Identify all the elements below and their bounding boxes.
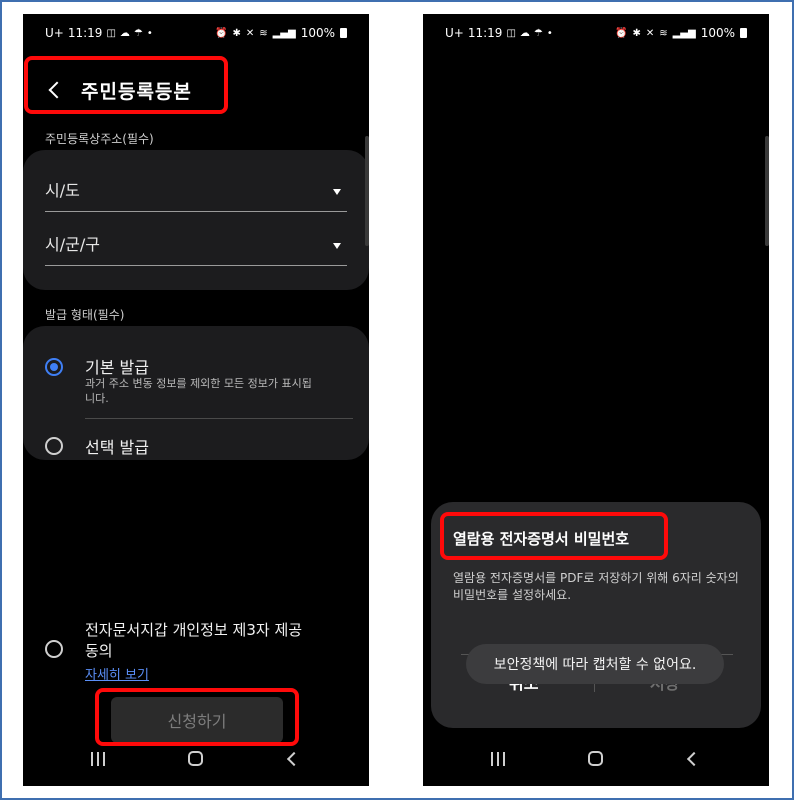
bluetooth-icon: ✱	[232, 27, 241, 39]
signal-icon: ▂▄▆	[672, 27, 696, 39]
signal-icon: ▂▄▆	[272, 27, 296, 39]
issue-type-section-label: 발급 형태(필수)	[45, 308, 125, 322]
radio-consent[interactable]	[45, 640, 63, 658]
alarm-icon: ⏰	[214, 27, 228, 39]
mute-icon: ✕	[645, 27, 655, 39]
bluetooth-icon: ✱	[632, 27, 641, 39]
password-dialog: 열람용 전자증명서 비밀번호 열람용 전자증명서를 PDF로 저장하기 위해 6…	[431, 502, 761, 728]
toast-message: 보안정책에 따라 캡처할 수 없어요.	[466, 644, 724, 684]
option-basic-desc: 과거 주소 변동 정보를 제외한 모든 정보가 표시됩니다.	[85, 377, 312, 405]
page-title: 주민등록등본	[81, 80, 192, 103]
status-bar: U+ 11:19 ◫ ☁ ☂ • ⏰ ✱ ✕ ≋ ▂▄▆ 100%	[423, 22, 769, 46]
city-select[interactable]: 시/군/구	[45, 220, 347, 266]
clock: 11:19	[67, 26, 103, 40]
carrier-label: U+	[445, 26, 464, 40]
caret-down-icon	[333, 189, 341, 195]
data-saver-icon: ◫	[506, 27, 516, 39]
carrier-label: U+	[45, 26, 64, 40]
dot-icon: •	[146, 27, 153, 39]
phone-screen-right: U+ 11:19 ◫ ☁ ☂ • ⏰ ✱ ✕ ≋ ▂▄▆ 100% 열람용 전자…	[423, 14, 769, 786]
scrollbar[interactable]	[365, 136, 369, 246]
city-select-value: 시/군/구	[45, 235, 100, 254]
wifi-icon: ≋	[659, 27, 668, 39]
wifi-icon: ≋	[259, 27, 268, 39]
back-nav-icon[interactable]	[686, 751, 702, 767]
address-section-label: 주민등록상주소(필수)	[45, 132, 154, 146]
cloud-icon: ☁	[119, 27, 130, 39]
caret-down-icon	[333, 243, 341, 249]
weather-wow-icon: ☂	[533, 27, 543, 39]
option-selective-title: 선택 발급	[85, 438, 149, 457]
dialog-body: 열람용 전자증명서를 PDF로 저장하기 위해 6자리 숫자의 비밀번호를 설정…	[453, 571, 739, 602]
consent-title: 전자문서지갑 개인정보 제3자 제공동의	[85, 621, 303, 660]
nav-bar	[423, 748, 769, 772]
issue-type-card: 기본 발급 과거 주소 변동 정보를 제외한 모든 정보가 표시됩니다. 선택 …	[23, 326, 369, 460]
battery-icon	[340, 28, 347, 38]
dialog-title: 열람용 전자증명서 비밀번호	[453, 530, 630, 548]
battery-icon	[740, 28, 747, 38]
radio-basic[interactable]	[45, 358, 63, 376]
province-select-value: 시/도	[45, 181, 80, 200]
data-saver-icon: ◫	[106, 27, 116, 39]
nav-bar	[23, 748, 369, 772]
home-icon[interactable]	[588, 751, 603, 766]
phone-screen-left: U+ 11:19 ◫ ☁ ☂ • ⏰ ✱ ✕ ≋ ▂▄▆ 100% 주민등록등본…	[23, 14, 369, 786]
recent-apps-icon[interactable]	[91, 752, 105, 766]
status-bar: U+ 11:19 ◫ ☁ ☂ • ⏰ ✱ ✕ ≋ ▂▄▆ 100%	[23, 22, 369, 46]
clock: 11:19	[467, 26, 503, 40]
province-select[interactable]: 시/도	[45, 166, 347, 212]
recent-apps-icon[interactable]	[491, 752, 505, 766]
submit-button[interactable]: 신청하기	[111, 697, 283, 743]
weather-wow-icon: ☂	[133, 27, 143, 39]
app-header: 주민등록등본	[43, 70, 192, 110]
back-nav-icon[interactable]	[286, 751, 302, 767]
battery-level: 100%	[300, 26, 335, 40]
cloud-icon: ☁	[519, 27, 530, 39]
address-card: 시/도 시/군/구	[23, 150, 369, 290]
dot-icon: •	[546, 27, 553, 39]
mute-icon: ✕	[245, 27, 255, 39]
radio-selective[interactable]	[45, 437, 63, 455]
home-icon[interactable]	[188, 751, 203, 766]
alarm-icon: ⏰	[614, 27, 628, 39]
battery-level: 100%	[700, 26, 735, 40]
option-basic-title: 기본 발급	[85, 358, 149, 377]
scrollbar[interactable]	[765, 136, 769, 246]
divider	[85, 418, 353, 419]
chevron-left-icon[interactable]	[48, 81, 66, 99]
consent-details-link[interactable]: 자세히 보기	[85, 664, 149, 683]
